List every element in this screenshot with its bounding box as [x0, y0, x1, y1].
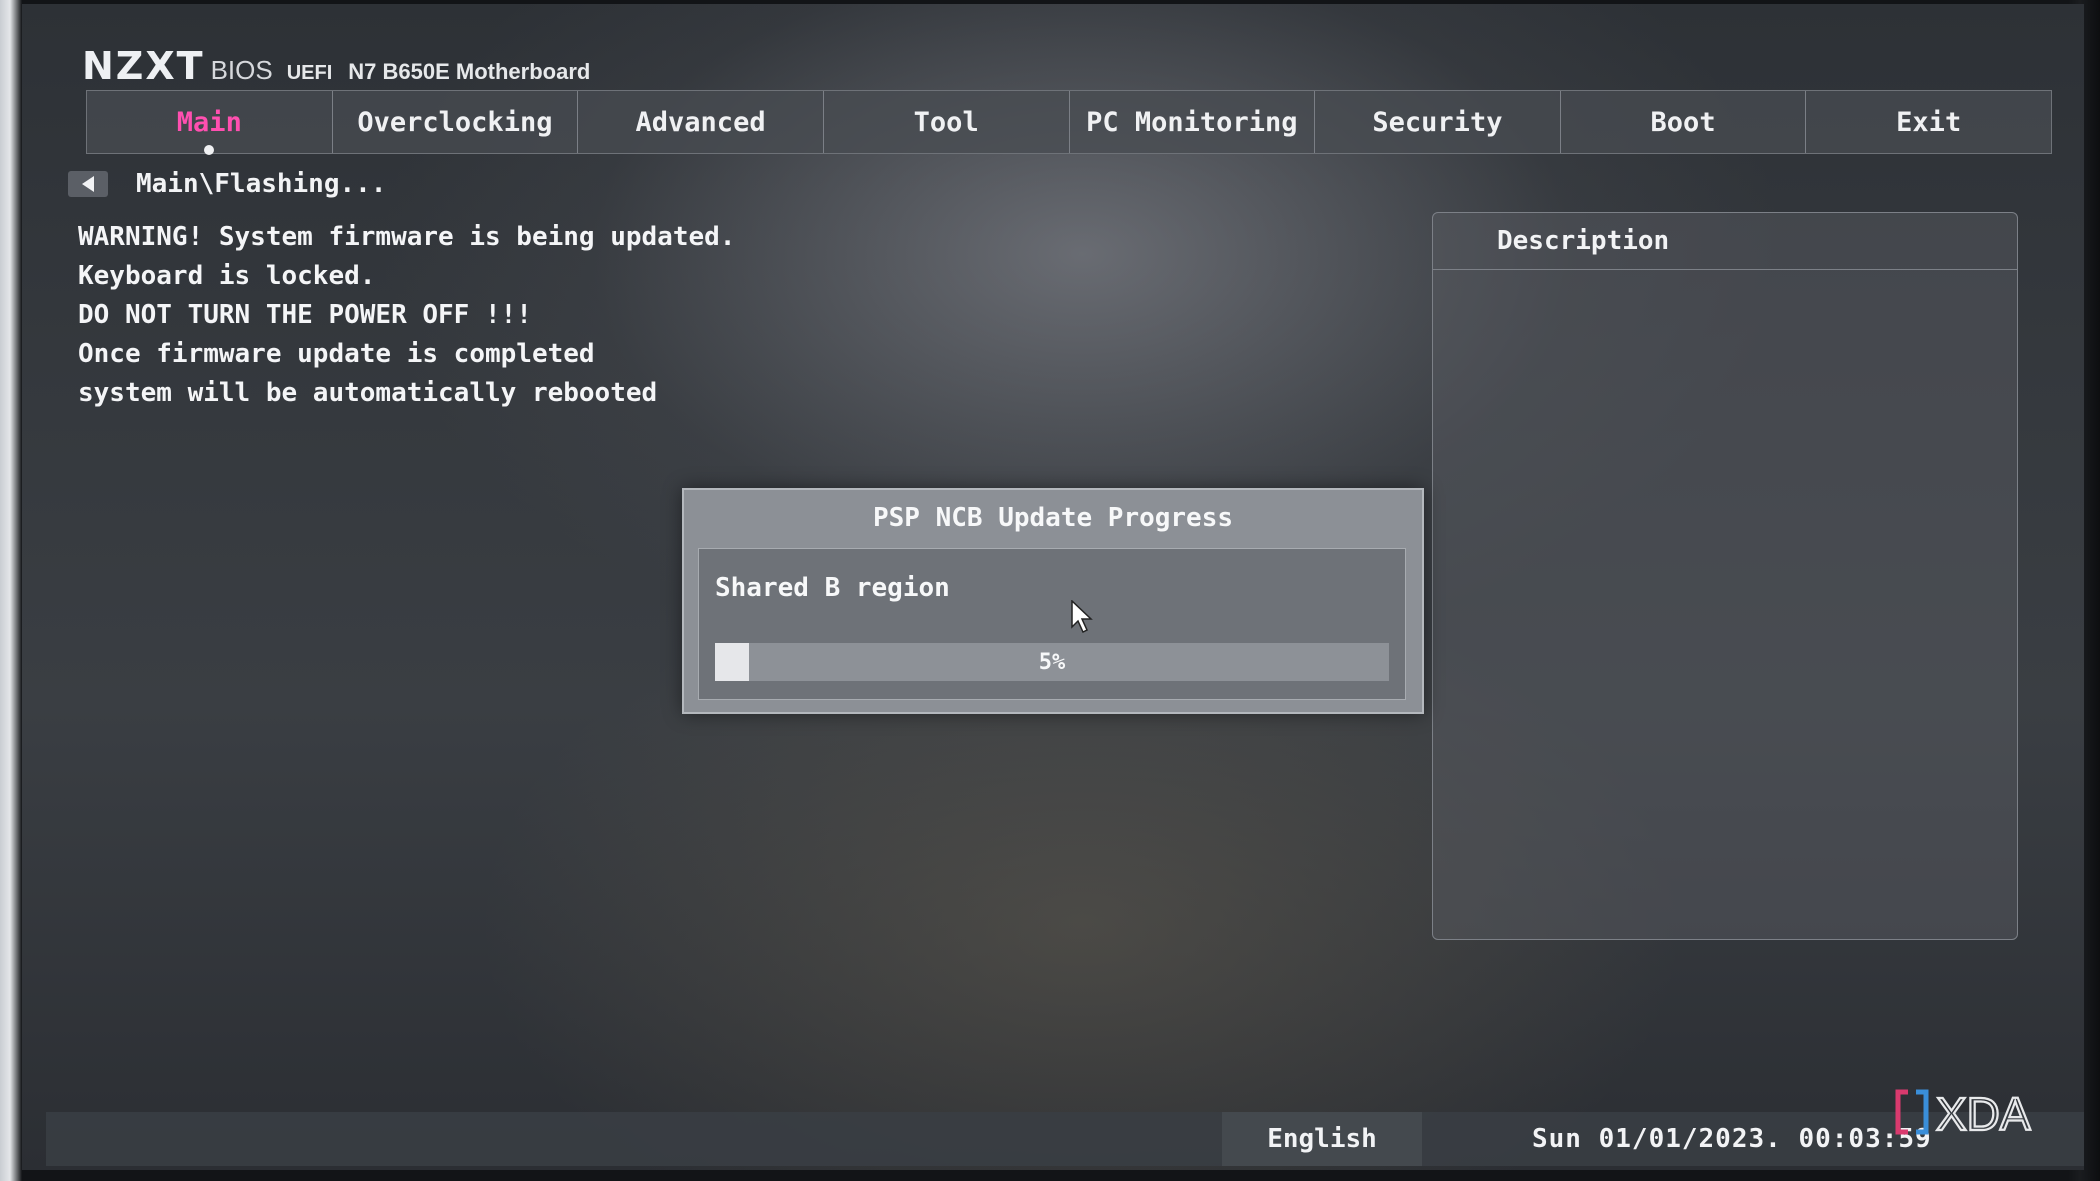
- breadcrumb: Main\Flashing...: [68, 164, 386, 204]
- description-panel: Description: [1432, 212, 2018, 940]
- dialog-title: PSP NCB Update Progress: [872, 503, 1234, 533]
- warning-message: WARNING! System firmware is being update…: [78, 218, 735, 413]
- warning-line: Once firmware update is completed: [78, 339, 595, 369]
- mouse-pointer-icon: [1071, 600, 1093, 634]
- dialog-body: Shared B region 5%: [698, 548, 1406, 700]
- main-tabs: Main Overclocking Advanced Tool PC Monit…: [86, 90, 2052, 155]
- warning-line: DO NOT TURN THE POWER OFF !!!: [78, 300, 532, 330]
- language-selector[interactable]: English: [1222, 1112, 1422, 1166]
- tab-boot[interactable]: Boot: [1561, 91, 1807, 153]
- watermark-text: XDA: [1936, 1088, 2031, 1138]
- status-bar: English Sun 01/01/2023. 00:03:59: [46, 1112, 2084, 1166]
- motherboard-model: N7 B650E Motherboard: [348, 59, 591, 84]
- brand-logo: NZXT: [82, 44, 205, 88]
- xda-logo: XDA: [1895, 1087, 2032, 1138]
- warning-line: WARNING! System firmware is being update…: [78, 222, 736, 252]
- breadcrumb-path: Main\Flashing...: [136, 169, 387, 199]
- tab-main[interactable]: Main: [87, 91, 333, 155]
- warning-line: Keyboard is locked.: [78, 261, 376, 291]
- back-arrow-icon: [82, 176, 94, 192]
- progress-bar: 5%: [715, 643, 1389, 681]
- tab-advanced[interactable]: Advanced: [578, 91, 824, 153]
- date-time: Sun 01/01/2023. 00:03:59: [1532, 1124, 1932, 1154]
- tab-pc-monitoring[interactable]: PC Monitoring: [1070, 91, 1316, 153]
- tab-security[interactable]: Security: [1315, 91, 1561, 153]
- uefi-label: UEFI: [286, 62, 333, 84]
- region-label: Shared B region: [715, 573, 950, 603]
- progress-percent: 5%: [1038, 649, 1066, 675]
- tab-overclocking[interactable]: Overclocking: [333, 91, 579, 153]
- back-button[interactable]: [68, 171, 108, 197]
- update-progress-dialog: PSP NCB Update Progress Shared B region …: [682, 488, 1424, 714]
- tab-exit[interactable]: Exit: [1806, 91, 2051, 153]
- tab-tool[interactable]: Tool: [824, 91, 1070, 153]
- bios-label: BIOS: [210, 55, 273, 85]
- bios-header: NZXT BIOS UEFI N7 B650E Motherboard: [82, 44, 590, 88]
- description-title: Description: [1433, 213, 2017, 270]
- bios-screen: NZXT BIOS UEFI N7 B650E Motherboard Main…: [22, 4, 2084, 1170]
- warning-line: system will be automatically rebooted: [78, 378, 658, 408]
